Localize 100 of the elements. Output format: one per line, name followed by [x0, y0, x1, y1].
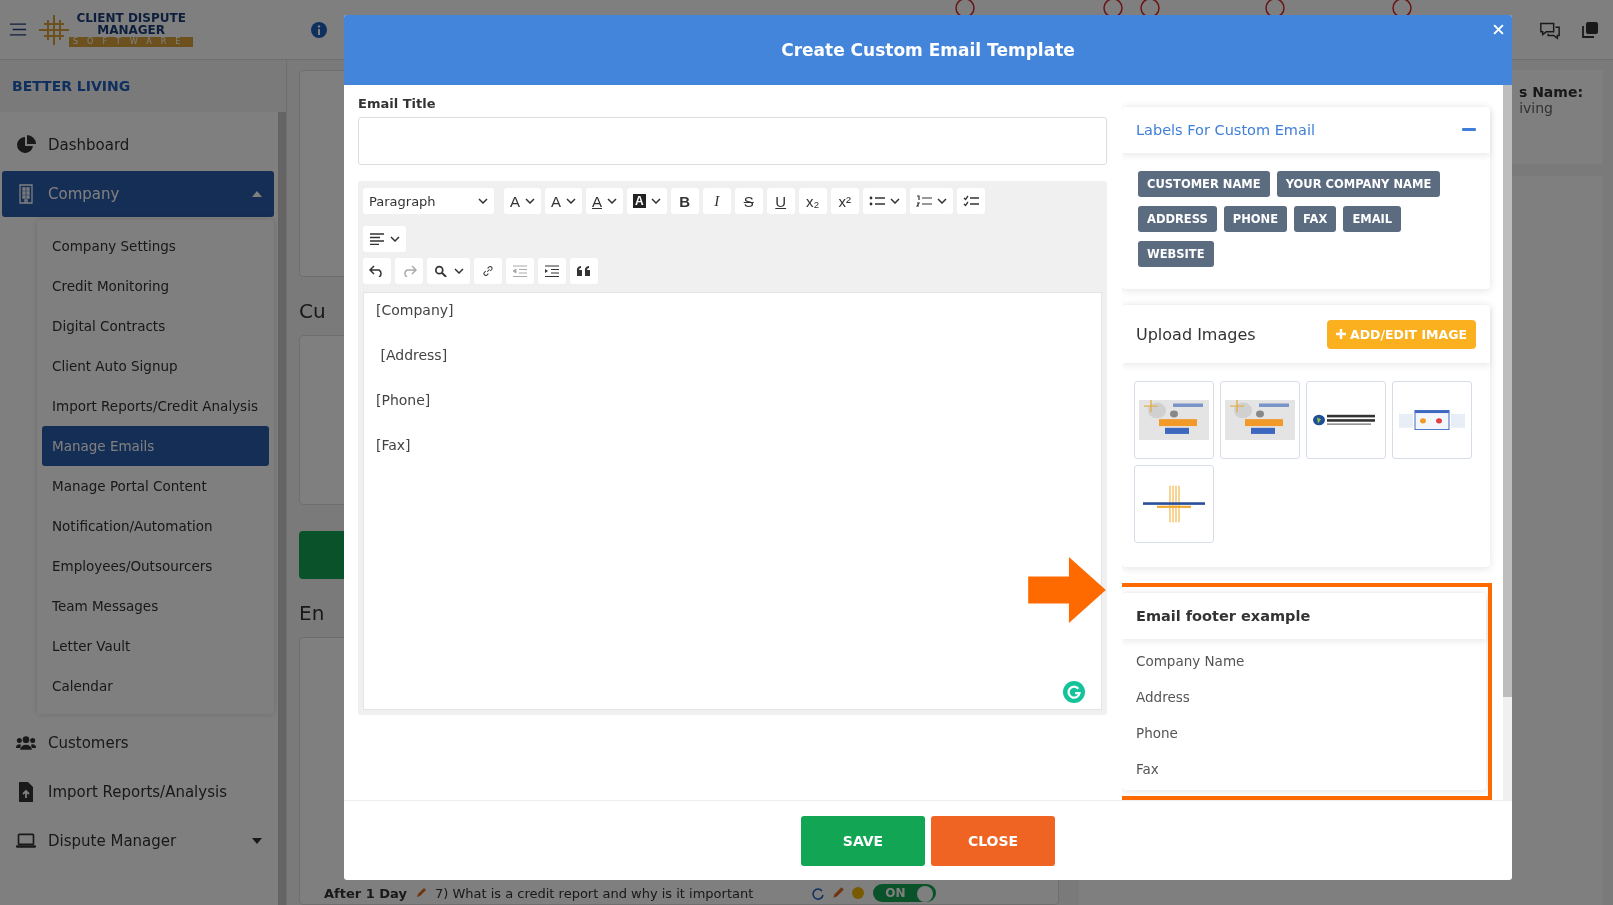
footer-line: Company Name	[1136, 652, 1246, 671]
chevron-icon	[525, 198, 535, 204]
pencil-icon[interactable]	[831, 886, 846, 900]
submenu-item[interactable]: Employees/Outsourcers	[42, 546, 269, 586]
save-button[interactable]: SAVE	[801, 815, 925, 866]
search-icon	[433, 265, 449, 277]
submenu-item[interactable]: Team Messages	[42, 586, 269, 626]
submenu-item[interactable]: Manage Emails	[42, 426, 269, 466]
account-name: BETTER LIVING	[0, 60, 286, 112]
field-value: iving	[1519, 100, 1553, 116]
caret-icon[interactable]	[252, 838, 262, 844]
section-heading: Cu	[299, 299, 326, 323]
submenu-item[interactable]: Letter Vault	[42, 626, 269, 666]
strike-button[interactable]: S	[734, 188, 763, 214]
sidebar-item[interactable]: Company	[2, 171, 274, 217]
email-title-field[interactable]	[358, 117, 1107, 165]
link-icon	[480, 265, 496, 277]
italic-button[interactable]: I	[702, 188, 731, 214]
submenu-item[interactable]: Manage Portal Content	[42, 466, 269, 506]
sidebar-item[interactable]: Customers	[2, 720, 274, 766]
align-left-icon	[369, 233, 385, 245]
file-upload-icon	[16, 782, 36, 802]
submenu-item[interactable]: Import Reports/Credit Analysis	[42, 386, 269, 426]
sidebar-item[interactable]: Dispute Manager	[2, 818, 274, 864]
editor-area[interactable]: [Company] [Address] [Phone] [Fax]	[363, 292, 1102, 710]
arrow-icon	[1028, 557, 1106, 623]
sidebar-item[interactable]: Import Reports/Analysis	[2, 769, 274, 815]
label-chip[interactable]: FAX	[1294, 206, 1337, 232]
font-color-button[interactable]: A	[586, 188, 624, 214]
info-icon[interactable]	[311, 21, 328, 38]
footer-line: Fax	[1136, 760, 1160, 779]
close-button[interactable]: CLOSE	[931, 815, 1055, 866]
image-thumbnail[interactable]	[1134, 465, 1214, 543]
quote-icon	[576, 265, 592, 277]
card-title: Email footer example	[1136, 608, 1311, 624]
menu-icon[interactable]	[9, 22, 27, 37]
plus-icon	[1336, 329, 1346, 339]
sidebar-item[interactable]: Dashboard	[2, 122, 274, 168]
submenu-item[interactable]: Notification/Automation	[42, 506, 269, 546]
label-chip[interactable]: CUSTOMER NAME	[1138, 171, 1270, 197]
submenu-item[interactable]: Digital Contracts	[42, 306, 269, 346]
chevron-icon	[454, 268, 464, 274]
field-label: Email Title	[358, 96, 437, 111]
section-heading: En	[299, 601, 325, 625]
laptop-icon	[16, 831, 36, 851]
submenu-item[interactable]: Client Auto Signup	[42, 346, 269, 386]
footer-line: Address	[1136, 688, 1191, 707]
collapse-icon[interactable]	[1462, 128, 1476, 132]
quote-button[interactable]	[570, 258, 598, 284]
underline-button[interactable]: U	[766, 188, 795, 214]
chevron-icon	[650, 198, 661, 204]
pencil-icon[interactable]	[414, 887, 427, 899]
font-size-button[interactable]: A	[504, 188, 541, 214]
line-height-button[interactable]: A	[545, 188, 583, 214]
card-title: Labels For Custom Email	[1136, 122, 1315, 138]
align-button[interactable]	[363, 226, 406, 252]
grammar-check-icon[interactable]	[1063, 681, 1085, 703]
undo-button[interactable]	[363, 258, 391, 284]
chevron-icon	[566, 198, 577, 204]
bullet-list-button[interactable]	[862, 188, 906, 214]
numbered-list-button[interactable]	[909, 188, 953, 214]
chevron-icon	[607, 198, 618, 204]
scrollbar[interactable]	[278, 112, 286, 905]
image-thumbnail[interactable]	[1220, 381, 1300, 459]
checklist-icon	[962, 195, 979, 207]
scrollbar[interactable]	[1503, 85, 1512, 800]
windows-icon[interactable]	[1579, 19, 1601, 40]
toggle-switch[interactable]: ON	[873, 884, 936, 902]
editor-line: [Address]	[379, 346, 449, 365]
building-icon	[16, 184, 36, 204]
todo-list-button[interactable]	[956, 188, 985, 214]
chevron-icon	[889, 198, 900, 204]
image-thumbnail[interactable]	[1134, 381, 1214, 459]
editor-line: [Phone]	[376, 391, 432, 410]
superscript-button[interactable]: x²	[830, 188, 859, 214]
indent-button[interactable]	[538, 258, 566, 284]
close-icon[interactable]	[1493, 24, 1504, 35]
label-chip[interactable]: ADDRESS	[1138, 206, 1217, 232]
bold-button[interactable]: B	[670, 188, 699, 214]
subscript-button[interactable]: x₂	[798, 188, 827, 214]
highlight-button[interactable]: A	[627, 188, 667, 214]
redo-icon	[401, 265, 417, 277]
label-chip[interactable]: WEBSITE	[1138, 241, 1214, 267]
numbered-list-icon	[915, 195, 932, 207]
outdent-icon	[512, 265, 528, 277]
label-chip[interactable]: YOUR COMPANY NAME	[1276, 171, 1441, 197]
find-button[interactable]	[427, 258, 470, 284]
caret-icon[interactable]	[252, 191, 262, 197]
link-button[interactable]	[474, 258, 502, 284]
label-chip[interactable]: EMAIL	[1343, 206, 1402, 232]
refresh-icon[interactable]	[811, 886, 826, 900]
submenu-item[interactable]: Calendar	[42, 666, 269, 706]
paragraph-dropdown[interactable]: Paragraph	[363, 188, 494, 214]
image-thumbnail[interactable]	[1306, 381, 1386, 459]
field-label: s Name:	[1518, 84, 1583, 100]
submenu-item[interactable]: Company Settings	[42, 226, 269, 266]
label-chip[interactable]: PHONE	[1223, 206, 1288, 232]
image-thumbnail[interactable]	[1392, 381, 1472, 459]
dialog-title: Create Custom Email Template	[781, 40, 1075, 60]
submenu-item[interactable]: Credit Monitoring	[42, 266, 269, 306]
